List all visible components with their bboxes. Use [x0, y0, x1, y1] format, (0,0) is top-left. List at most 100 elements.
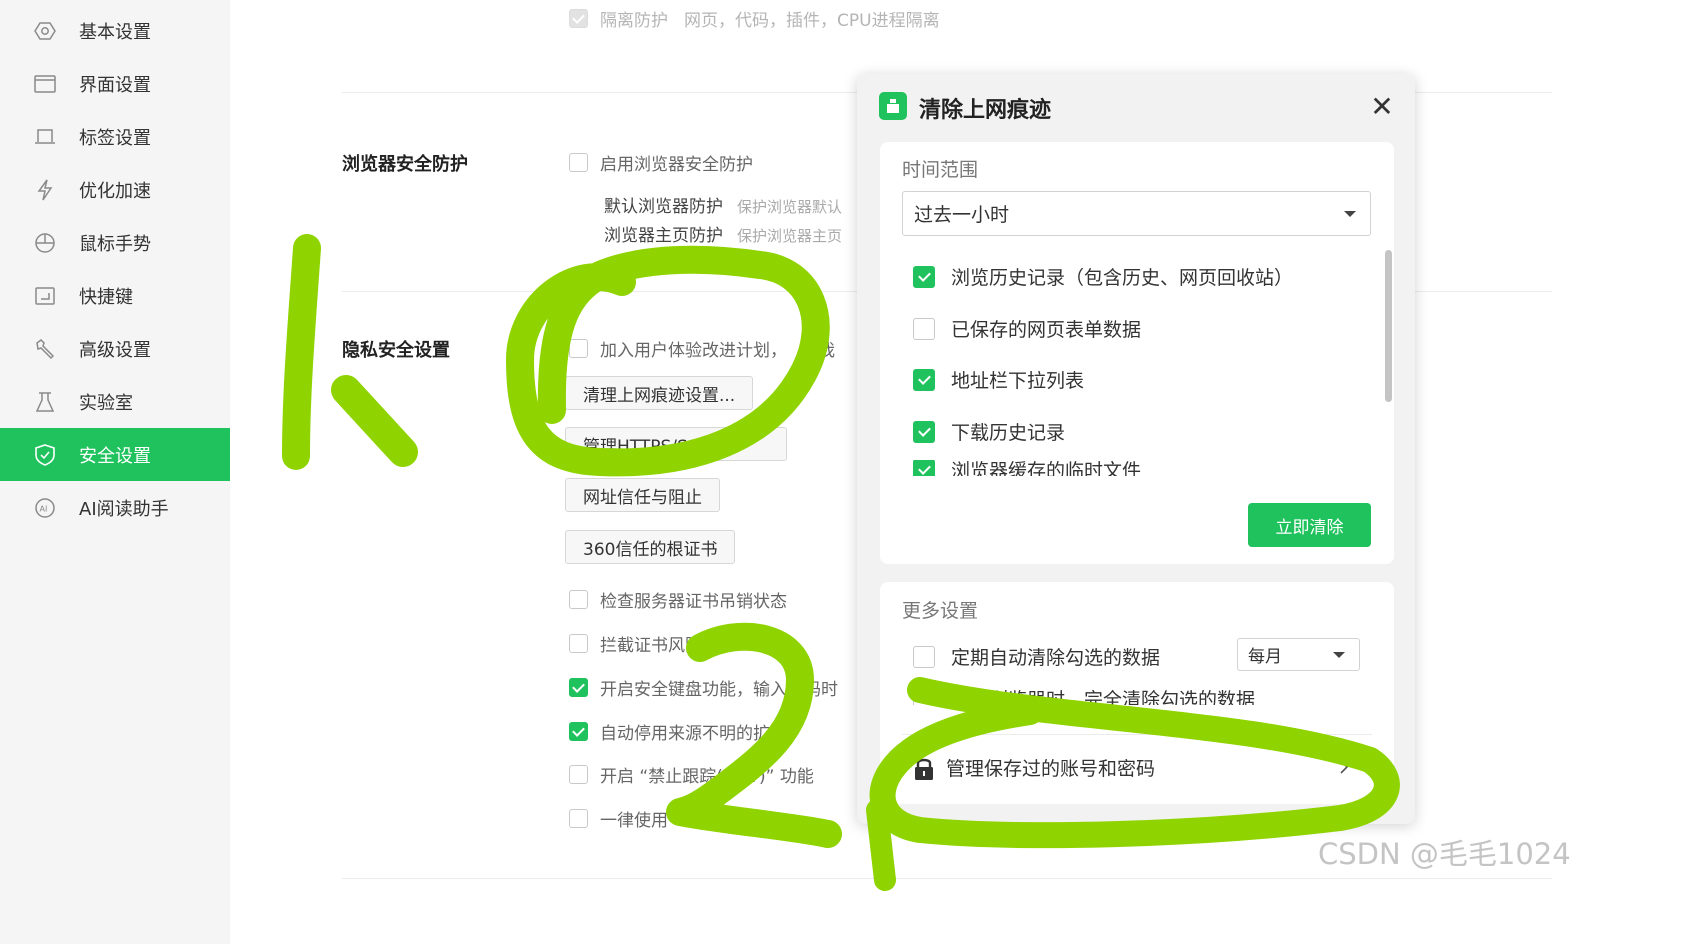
history-checkbox[interactable] [913, 265, 935, 288]
sidebar-item-mouse-gesture[interactable]: 鼠标手势 [0, 216, 230, 269]
options-scrollbar[interactable] [1385, 250, 1392, 402]
sidebar-item-label: 基本设置 [79, 21, 151, 43]
always-use-checkbox[interactable] [569, 809, 588, 828]
homepage-protect-desc: 保护浏览器主页 [737, 227, 843, 245]
isolation-label: 隔离防护 [600, 11, 668, 31]
dialog-header: 清除上网痕迹 ✕ [857, 74, 1415, 136]
default-browser-protect-label: 默认浏览器防护 [604, 197, 723, 217]
secure-keyboard-checkbox[interactable] [569, 678, 588, 697]
chevron-down-icon [1344, 210, 1356, 217]
sidebar-item-interface[interactable]: 界面设置 [0, 57, 230, 110]
cert-revocation-checkbox[interactable] [569, 590, 588, 609]
manage-passwords-label: 管理保存过的账号和密码 [946, 758, 1156, 780]
auto-clear-frequency-value: 每月 [1248, 647, 1282, 667]
cert-risk-option[interactable]: 拦截证书风险 [569, 631, 702, 656]
ux-plan-tail: 动我 [801, 341, 835, 361]
homepage-protect: 浏览器主页防护 保护浏览器主页 [604, 221, 842, 246]
isolation-option: 隔离防护 网页，代码，插件，CPU进程隔离 [569, 6, 940, 31]
cert-revocation-label: 检查服务器证书吊销状态 [600, 592, 787, 612]
more-settings-label: 更多设置 [902, 600, 979, 622]
auto-clear-option[interactable]: 定期自动清除勾选的数据 [913, 643, 1160, 670]
dnt-label: 开启 “禁止跟踪(DNT)” 功能 [600, 767, 814, 787]
exit-clear-checkbox[interactable] [913, 689, 935, 705]
sidebar-item-label: 鼠标手势 [79, 233, 151, 255]
clear-now-button[interactable]: 立即清除 [1248, 503, 1371, 547]
time-range-label: 时间范围 [902, 159, 979, 181]
sidebar-item-tabs[interactable]: 标签设置 [0, 110, 230, 163]
auto-clear-checkbox[interactable] [913, 645, 935, 668]
download-history-label: 下载历史记录 [951, 422, 1066, 444]
sidebar-item-advanced[interactable]: 高级设置 [0, 322, 230, 375]
ux-plan-label: 加入用户体验改进计划， [600, 341, 787, 361]
form-data-option[interactable]: 已保存的网页表单数据 [913, 315, 1141, 342]
cert-risk-label: 拦截证书风险 [600, 636, 702, 656]
gear-icon [34, 20, 56, 42]
exit-clear-label: 退出浏览器时，完全清除勾选的数据 [951, 689, 1256, 705]
sidebar-item-label: 实验室 [79, 392, 133, 414]
chevron-right-icon [1340, 760, 1349, 774]
lock-icon [915, 758, 933, 780]
sidebar-item-lab[interactable]: 实验室 [0, 375, 230, 428]
address-bar-checkbox[interactable] [913, 368, 935, 391]
flask-icon [34, 391, 56, 413]
history-option[interactable]: 浏览历史记录（包含历史、网页回收站） [913, 263, 1293, 290]
download-history-option[interactable]: 下载历史记录 [913, 418, 1065, 445]
cert-revocation-option[interactable]: 检查服务器证书吊销状态 [569, 587, 787, 612]
window-icon [34, 73, 56, 95]
dnt-checkbox[interactable] [569, 765, 588, 784]
cache-checkbox[interactable] [913, 460, 935, 476]
auto-clear-frequency-select[interactable]: 每月 [1237, 638, 1360, 671]
time-range-card: 时间范围 过去一小时 浏览历史记录（包含历史、网页回收站） 已保存的网页表单数据… [880, 142, 1394, 564]
default-browser-protect-desc: 保护浏览器默认 [737, 198, 843, 216]
secure-keyboard-label: 开启安全键盘功能，输入密码时 [600, 680, 838, 700]
sidebar-item-speedup[interactable]: 优化加速 [0, 163, 230, 216]
sidebar-item-basic[interactable]: 基本设置 [0, 4, 230, 57]
secure-keyboard-option[interactable]: 开启安全键盘功能，输入密码时 [569, 675, 838, 700]
always-use-option[interactable]: 一律使用 [569, 806, 668, 831]
auto-disable-ext-checkbox[interactable] [569, 722, 588, 741]
isolation-checkbox [569, 9, 588, 28]
root-cert-button[interactable]: 360信任的根证书 [565, 530, 736, 564]
address-bar-option[interactable]: 地址栏下拉列表 [913, 366, 1084, 393]
always-use-label: 一律使用 [600, 811, 668, 831]
sidebar-item-ai-reader[interactable]: AI AI阅读助手 [0, 481, 230, 534]
csdn-watermark: CSDN @毛毛1024 [1318, 837, 1571, 871]
auto-disable-ext-label: 自动停用来源不明的扩 [600, 724, 770, 744]
ai-icon: AI [34, 497, 56, 519]
wrench-icon [34, 338, 56, 360]
close-icon[interactable]: ✕ [1369, 93, 1395, 121]
manage-https-button[interactable]: 管理HTTPS/SSL... [565, 427, 787, 461]
time-range-select[interactable]: 过去一小时 [902, 191, 1371, 236]
url-trust-button[interactable]: 网址信任与阻止 [565, 478, 720, 512]
clear-traces-settings-button[interactable]: 清理上网痕迹设置... [565, 376, 754, 410]
browser-security-title: 浏览器安全防护 [342, 154, 468, 175]
cache-option[interactable]: 浏览器缓存的临时文件 [913, 460, 1141, 476]
lightning-icon [34, 179, 56, 201]
history-label: 浏览历史记录（包含历史、网页回收站） [951, 267, 1294, 289]
sidebar-item-security[interactable]: 安全设置 [0, 428, 230, 481]
sidebar-item-label: 优化加速 [79, 180, 151, 202]
auto-disable-ext-option[interactable]: 自动停用来源不明的扩 [569, 719, 770, 744]
mouse-icon [34, 232, 56, 254]
dialog-title: 清除上网痕迹 [919, 98, 1052, 123]
clear-traces-dialog: 清除上网痕迹 ✕ 时间范围 过去一小时 浏览历史记录（包含历史、网页回收站） 已… [857, 74, 1415, 824]
ux-plan-option[interactable]: 加入用户体验改进计划， 动我 [569, 336, 835, 361]
enable-browser-security-option[interactable]: 启用浏览器安全防护 [569, 150, 753, 175]
enable-browser-security-checkbox[interactable] [569, 153, 588, 172]
exit-clear-option[interactable]: 退出浏览器时，完全清除勾选的数据 [913, 689, 1255, 705]
sidebar-item-label: AI阅读助手 [79, 498, 169, 520]
cert-risk-checkbox[interactable] [569, 634, 588, 653]
ux-plan-checkbox[interactable] [569, 339, 588, 358]
sidebar-item-label: 高级设置 [79, 339, 151, 361]
browser-logo-icon [879, 92, 907, 120]
chevron-down-icon [1333, 651, 1345, 658]
sidebar-item-shortcut[interactable]: 快捷键 [0, 269, 230, 322]
cache-label: 浏览器缓存的临时文件 [951, 460, 1142, 476]
form-data-checkbox[interactable] [913, 317, 935, 340]
download-history-checkbox[interactable] [913, 420, 935, 443]
default-browser-protect: 默认浏览器防护 保护浏览器默认 [604, 192, 842, 217]
shield-icon [34, 443, 56, 466]
dnt-option[interactable]: 开启 “禁止跟踪(DNT)” 功能 [569, 762, 814, 787]
sidebar-item-label: 安全设置 [79, 445, 151, 467]
clip-region: 浏览器缓存的临时文件 [880, 460, 1394, 476]
